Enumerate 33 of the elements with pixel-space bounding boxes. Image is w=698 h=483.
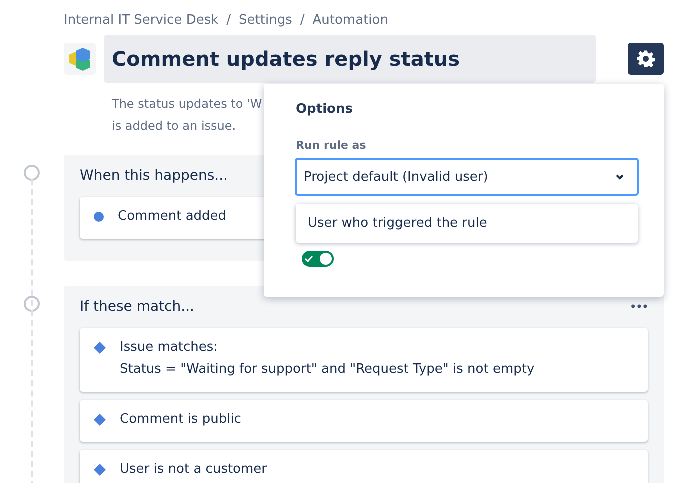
condition-card[interactable]: Comment is public	[80, 400, 648, 442]
section-title: When this happens...	[80, 168, 228, 184]
settings-button[interactable]	[628, 43, 664, 75]
popover-title: Options	[296, 102, 354, 117]
breadcrumb-link[interactable]: Automation	[312, 13, 388, 35]
more-button[interactable]: •••	[630, 300, 648, 314]
toggle-switch[interactable]	[302, 251, 334, 267]
rule-description: The status updates to 'W is added to an issue.	[112, 96, 262, 135]
settings-icon	[637, 50, 655, 68]
condition-text: Comment is public	[120, 411, 242, 429]
condition-text: Issue matches: Status = "Waiting for support" and "Request Type" is not empty	[120, 339, 535, 379]
condition-text: User is not a customer	[120, 461, 268, 479]
chevron-down-icon	[615, 172, 625, 182]
dot-icon	[94, 212, 104, 222]
diamond-icon	[94, 464, 106, 476]
menu-option[interactable]: User who triggered the rule	[296, 208, 638, 239]
breadcrumb-link[interactable]: Internal IT Service Desk	[64, 13, 219, 35]
cubes-icon	[64, 43, 96, 75]
step-circle-icon	[24, 165, 40, 181]
run-as-dropdown[interactable]: Project default (Invalid user)	[295, 158, 639, 196]
condition-card[interactable]: Issue matches: Status = "Waiting for support" and "Request Type" is not empty	[80, 328, 648, 392]
condition-card[interactable]: User is not a customer	[80, 450, 648, 483]
field-label: Run rule as	[296, 139, 368, 152]
diamond-icon	[94, 342, 106, 354]
trigger-text: Comment added	[118, 208, 227, 226]
breadcrumb-separator: /	[300, 13, 305, 30]
rule-title-field[interactable]: Comment updates reply status	[104, 35, 596, 83]
section-title: If these match...	[80, 299, 194, 315]
check-icon	[304, 254, 314, 264]
breadcrumb-link[interactable]: Settings	[239, 13, 292, 35]
diamond-icon	[94, 414, 106, 426]
breadcrumb-separator: /	[226, 13, 232, 30]
step-circle-icon	[24, 296, 40, 312]
